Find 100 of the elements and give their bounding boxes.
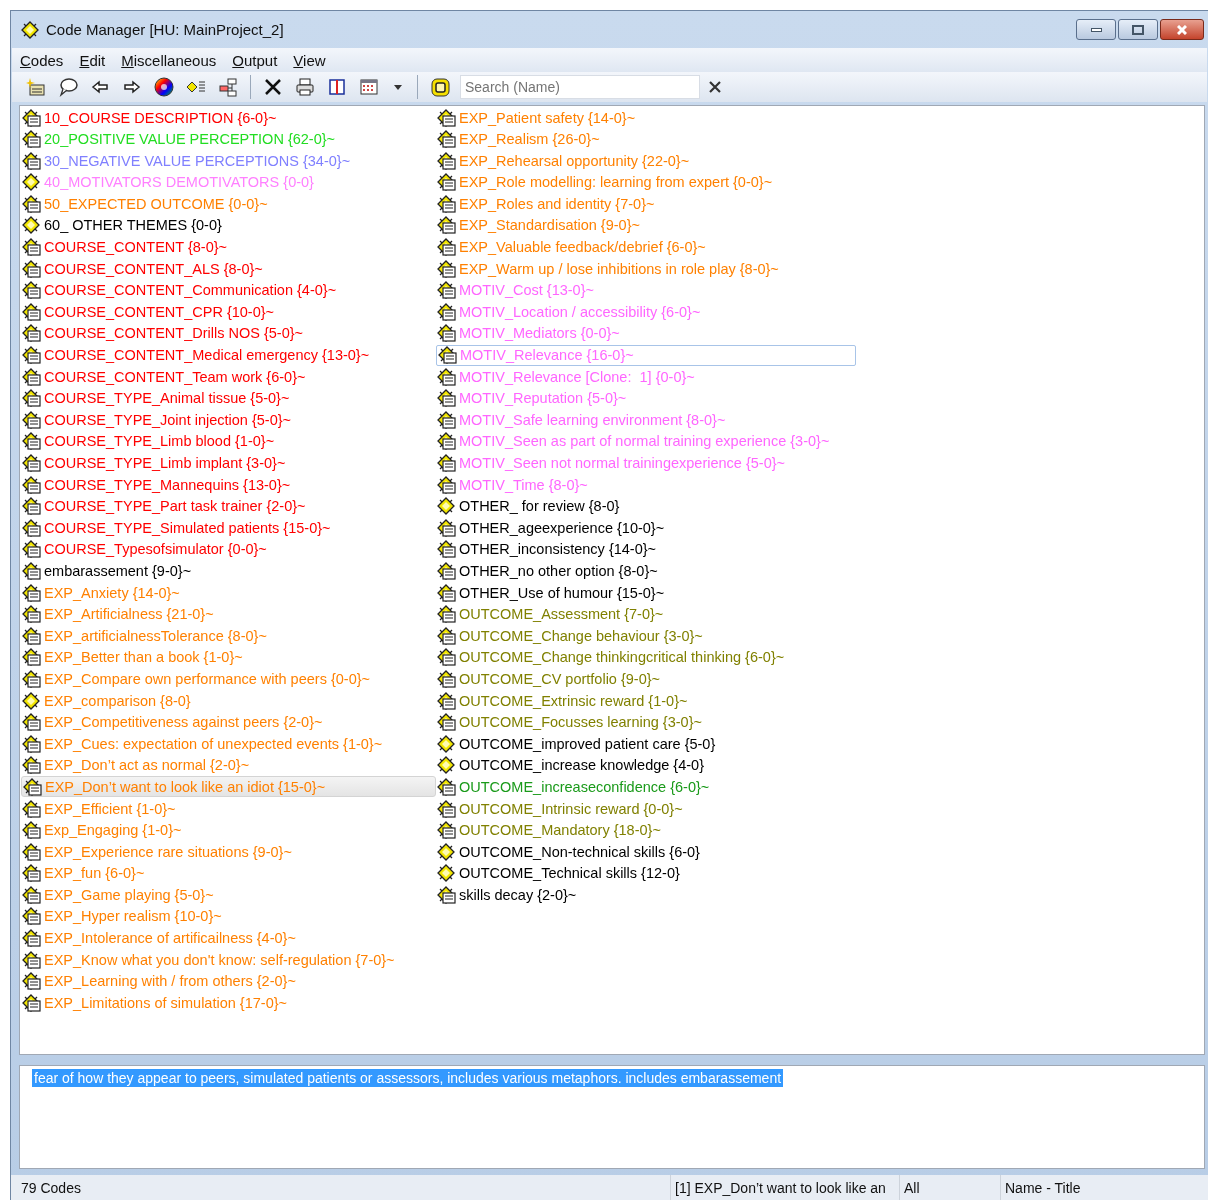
code-item[interactable]: OTHER_Use of humour {15-0}~: [436, 582, 856, 604]
split-panel-icon[interactable]: [327, 77, 347, 97]
code-item[interactable]: 10_COURSE DESCRIPTION {6-0}~: [21, 107, 436, 128]
code-item[interactable]: OUTCOME_increaseconfidence {6-0}~: [436, 776, 856, 798]
code-item[interactable]: OUTCOME_Extrinsic reward {1-0}~: [436, 690, 856, 712]
code-item[interactable]: MOTIV_Relevance {16-0}~: [436, 344, 856, 366]
search-field[interactable]: Search (Name): [460, 75, 700, 99]
code-item[interactable]: MOTIV_Relevance [Clone: 1] {0-0}~: [436, 366, 856, 388]
code-item[interactable]: MOTIV_Cost {13-0}~: [436, 279, 856, 301]
code-item[interactable]: OUTCOME_Focusses learning {3-0}~: [436, 711, 856, 733]
code-item[interactable]: EXP_Artificialness {21-0}~: [21, 603, 436, 625]
code-item[interactable]: MOTIV_Safe learning environment {8-0}~: [436, 409, 856, 431]
code-item[interactable]: EXP_fun {6-0}~: [21, 862, 436, 884]
menu-item[interactable]: Output: [224, 51, 286, 69]
code-item[interactable]: EXP_Roles and identity {7-0}~: [436, 193, 856, 215]
code-item[interactable]: COURSE_CONTENT {8-0}~: [21, 236, 436, 258]
code-item[interactable]: COURSE_CONTENT_ALS {8-0}~: [21, 258, 436, 280]
code-item[interactable]: EXP_Hyper realism {10-0}~: [21, 905, 436, 927]
code-item[interactable]: EXP_Standardisation {9-0}~: [436, 214, 856, 236]
code-item[interactable]: OUTCOME_Change thinkingcritical thinking {6-0}~: [436, 646, 856, 668]
code-item[interactable]: OTHER_no other option {8-0}~: [436, 560, 856, 582]
calendar-icon[interactable]: [359, 77, 379, 97]
code-item[interactable]: EXP_Role modelling: learning from expert {0-0}~: [436, 171, 856, 193]
code-item[interactable]: EXP_Learning with / from others {2-0}~: [21, 970, 436, 992]
comment-text[interactable]: fear of how they appear to peers, simulated patients or assessors, includes various metaphors. includes embarassement: [32, 1069, 784, 1087]
code-item[interactable]: EXP_comparison {8-0}: [21, 690, 436, 712]
delete-icon[interactable]: [263, 77, 283, 97]
code-item[interactable]: EXP_Game playing {5-0}~: [21, 884, 436, 906]
code-item[interactable]: MOTIV_Time {8-0}~: [436, 474, 856, 496]
code-item[interactable]: MOTIV_Mediators {0-0}~: [436, 322, 856, 344]
code-item[interactable]: EXP_Don’t want to look like an idiot {15-0}~: [21, 776, 436, 798]
code-item[interactable]: COURSE_CONTENT_CPR {10-0}~: [21, 301, 436, 323]
menu-item[interactable]: Edit: [71, 51, 114, 69]
code-item[interactable]: EXP_Realism {26-0}~: [436, 128, 856, 150]
code-item[interactable]: EXP_Don’t act as normal {2-0}~: [21, 754, 436, 776]
code-item[interactable]: OUTCOME_Change behaviour {3-0}~: [436, 625, 856, 647]
code-item[interactable]: OUTCOME_Non-technical skills {6-0}: [436, 841, 856, 863]
code-item[interactable]: COURSE_TYPE_Limb implant {3-0}~: [21, 452, 436, 474]
code-item[interactable]: COURSE_TYPE_Simulated patients {15-0}~: [21, 517, 436, 539]
code-note-icon: [22, 432, 41, 451]
speech-bubble-icon[interactable]: [58, 77, 78, 97]
rounded-square-icon[interactable]: [430, 77, 450, 97]
code-item[interactable]: 20_POSITIVE VALUE PERCEPTION {62-0}~: [21, 128, 436, 150]
code-item[interactable]: skills decay {2-0}~: [436, 884, 856, 906]
code-item[interactable]: EXP_Rehearsal opportunity {22-0}~: [436, 150, 856, 172]
code-item[interactable]: EXP_Patient safety {14-0}~: [436, 107, 856, 128]
code-item[interactable]: OUTCOME_improved patient care {5-0}: [436, 733, 856, 755]
code-item[interactable]: COURSE_TYPE_Limb blood {1-0}~: [21, 430, 436, 452]
code-item[interactable]: EXP_Intolerance of artificailness {4-0}~: [21, 927, 436, 949]
code-item[interactable]: MOTIV_Location / accessibility {6-0}~: [436, 301, 856, 323]
code-item[interactable]: COURSE_CONTENT_Medical emergency {13-0}~: [21, 344, 436, 366]
code-item[interactable]: EXP_Cues: expectation of unexpected events {1-0}~: [21, 733, 436, 755]
code-item[interactable]: EXP_Know what you don't know: self-regulation {7-0}~: [21, 949, 436, 971]
code-item[interactable]: COURSE_TYPE_Mannequins {13-0}~: [21, 474, 436, 496]
code-item[interactable]: OTHER_ for review {8-0}: [436, 495, 856, 517]
code-item[interactable]: EXP_Valuable feedback/debrief {6-0}~: [436, 236, 856, 258]
color-wheel-icon[interactable]: [154, 77, 174, 97]
code-item[interactable]: EXP_artificialnessTolerance {8-0}~: [21, 625, 436, 647]
code-item[interactable]: OUTCOME_Intrinsic reward {0-0}~: [436, 798, 856, 819]
code-item[interactable]: COURSE_CONTENT_Team work {6-0}~: [21, 366, 436, 388]
code-item[interactable]: EXP_Warm up / lose inhibitions in role play {8-0}~: [436, 258, 856, 280]
code-item[interactable]: OUTCOME_Assessment {7-0}~: [436, 603, 856, 625]
code-item[interactable]: 40_MOTIVATORS DEMOTIVATORS {0-0}: [21, 171, 436, 193]
code-item[interactable]: 60_ OTHER THEMES {0-0}: [21, 214, 436, 236]
minimize-button[interactable]: [1076, 19, 1116, 40]
code-item[interactable]: OUTCOME_Mandatory {18-0}~: [436, 819, 856, 841]
code-item[interactable]: EXP_Better than a book {1-0}~: [21, 646, 436, 668]
new-code-icon[interactable]: [26, 77, 46, 97]
code-item[interactable]: OUTCOME_CV portfolio {9-0}~: [436, 668, 856, 690]
menu-item[interactable]: Codes: [12, 51, 72, 69]
code-item[interactable]: COURSE_TYPE_Joint injection {5-0}~: [21, 409, 436, 431]
code-item[interactable]: COURSE_CONTENT_Drills NOS {5-0}~: [21, 322, 436, 344]
code-item[interactable]: COURSE_TYPE_Animal tissue {5-0}~: [21, 387, 436, 409]
code-item[interactable]: EXP_Limitations of simulation {17-0}~: [21, 992, 436, 1014]
code-item[interactable]: EXP_Efficient {1-0}~: [21, 798, 436, 819]
clear-icon[interactable]: [708, 80, 722, 94]
code-item[interactable]: embarassement {9-0}~: [21, 560, 436, 582]
code-item[interactable]: MOTIV_Seen not normal trainingexperience {5-0}~: [436, 452, 856, 474]
code-item[interactable]: COURSE_CONTENT_Communication {4-0}~: [21, 279, 436, 301]
maximize-button[interactable]: [1118, 19, 1158, 40]
code-item[interactable]: EXP_Anxiety {14-0}~: [21, 582, 436, 604]
code-item[interactable]: 30_NEGATIVE VALUE PERCEPTIONS {34-0}~: [21, 150, 436, 172]
printer-icon[interactable]: [295, 77, 315, 97]
code-item[interactable]: COURSE_TYPE_Part task trainer {2-0}~: [21, 495, 436, 517]
code-item[interactable]: EXP_Competitiveness against peers {2-0}~: [21, 711, 436, 733]
code-item[interactable]: OTHER_inconsistency {14-0}~: [436, 538, 856, 560]
code-item[interactable]: MOTIV_Reputation {5-0}~: [436, 387, 856, 409]
hierarchy-icon[interactable]: [218, 77, 238, 97]
code-item[interactable]: MOTIV_Seen as part of normal training experience {3-0}~: [436, 430, 856, 452]
close-button[interactable]: [1160, 19, 1204, 40]
menu-item[interactable]: View: [285, 51, 334, 69]
code-item[interactable]: OUTCOME_increase knowledge {4-0}: [436, 754, 856, 776]
code-item[interactable]: Exp_Engaging {1-0}~: [21, 819, 436, 841]
code-item[interactable]: 50_EXPECTED OUTCOME {0-0}~: [21, 193, 436, 215]
code-item[interactable]: EXP_Experience rare situations {9-0}~: [21, 841, 436, 863]
code-item[interactable]: OUTCOME_Technical skills {12-0}: [436, 862, 856, 884]
code-item[interactable]: OTHER_ageexperience {10-0}~: [436, 517, 856, 539]
menu-item[interactable]: Miscellaneous: [113, 51, 225, 69]
code-item[interactable]: EXP_Compare own performance with peers {0-0}~: [21, 668, 436, 690]
code-item[interactable]: COURSE_Typesofsimulator {0-0}~: [21, 538, 436, 560]
